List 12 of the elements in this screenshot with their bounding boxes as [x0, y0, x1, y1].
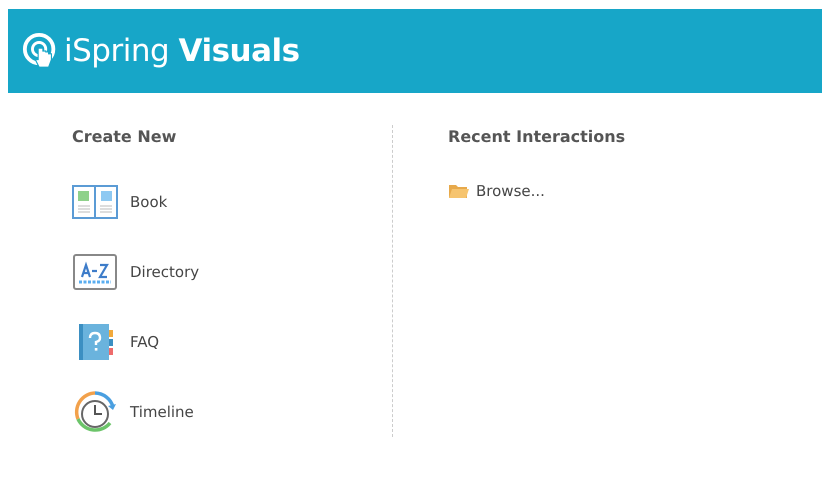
create-item[interactable]: FAQ — [72, 319, 392, 365]
clock-icon — [72, 389, 118, 435]
book-icon — [72, 184, 118, 220]
browse-link[interactable]: Browse... — [448, 182, 626, 200]
create-item[interactable]: Timeline — [72, 389, 392, 435]
create-item[interactable]: Directory — [72, 249, 392, 295]
section-heading: Recent Interactions — [448, 127, 626, 146]
a-z-icon — [73, 253, 117, 291]
create-item[interactable]: Book — [72, 179, 392, 225]
app-title: iSpring Visuals — [64, 33, 300, 69]
folder-icon — [448, 182, 470, 200]
section-heading: Create New — [72, 127, 178, 146]
